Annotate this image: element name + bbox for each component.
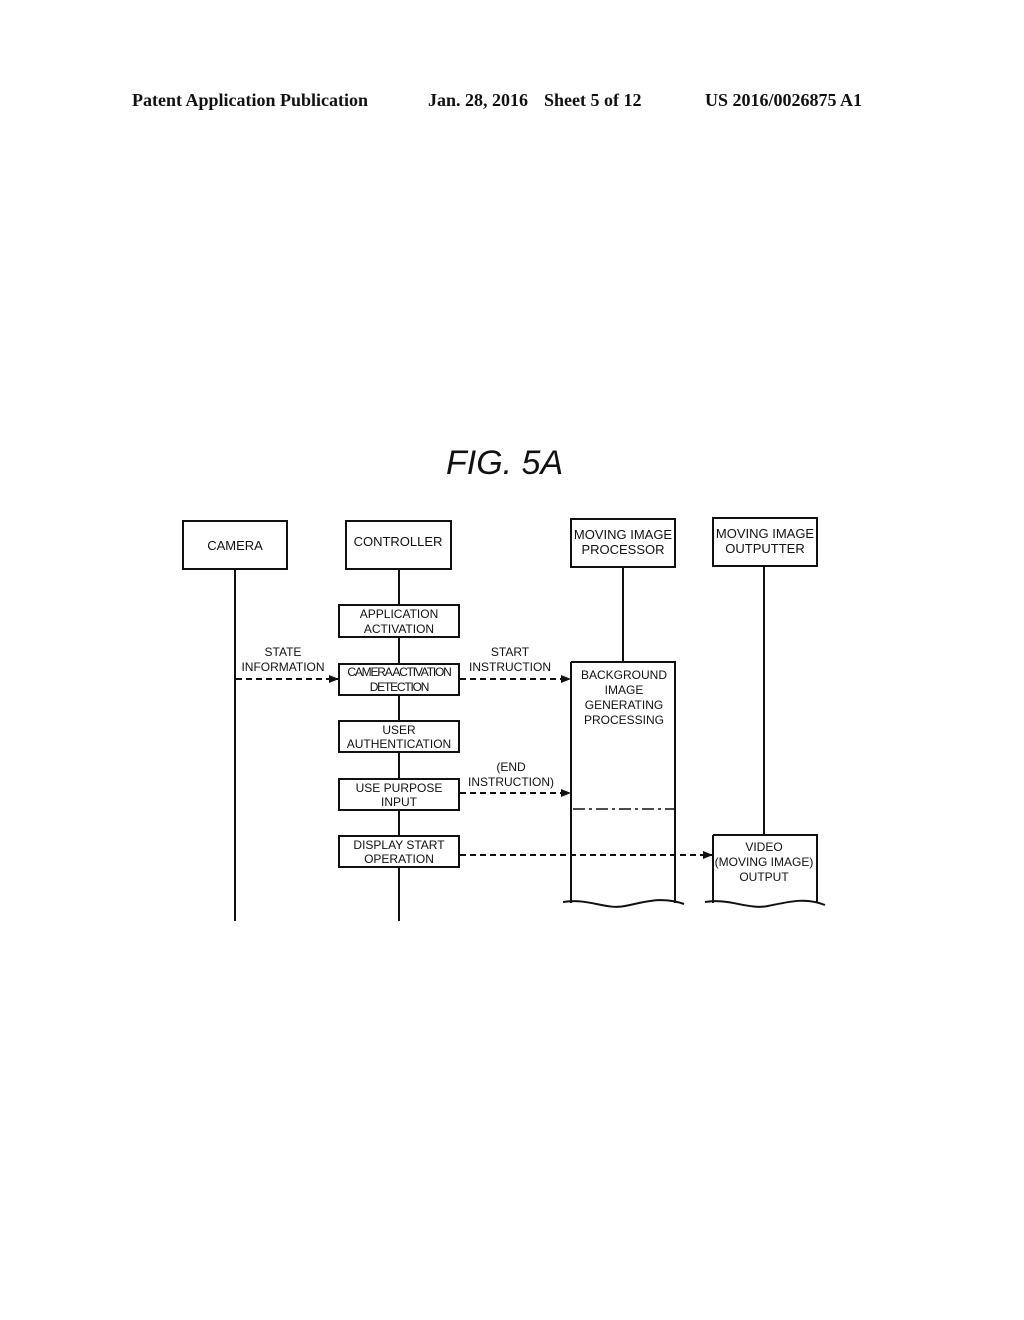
message-label-line1: (END xyxy=(496,760,526,774)
step-application-activation: APPLICATION ACTIVATION xyxy=(338,604,460,638)
lifeline-controller: CONTROLLER xyxy=(345,520,452,570)
message-start-instruction: START INSTRUCTION xyxy=(460,645,571,683)
step-display-start-operation: DISPLAY START OPERATION xyxy=(338,835,460,868)
lifeline-processor-label-line1: MOVING IMAGE xyxy=(574,527,673,542)
message-label-line2: INSTRUCTION) xyxy=(468,775,554,789)
lifeline-processor-label-line2: PROCESSOR xyxy=(581,542,664,557)
continuation-wave xyxy=(562,899,685,908)
step-camera-activation-detection: CAMERA ACTIVATION DETECTION xyxy=(338,663,460,696)
activity-background-image-generating-processing: BACKGROUND IMAGE GENERATING PROCESSING xyxy=(562,661,685,908)
step-label-line2: OPERATION xyxy=(364,852,434,866)
activity-video-output: VIDEO (MOVING IMAGE) OUTPUT xyxy=(704,834,826,908)
sequence-diagram: CAMERA CONTROLLER MOVING IMAGE PROCESSOR… xyxy=(182,517,826,921)
message-label-line2: INSTRUCTION xyxy=(469,660,551,674)
lifeline-outputter-label-line2: OUTPUTTER xyxy=(725,541,804,556)
message-label-line1: STATE xyxy=(265,645,302,659)
step-label-line2: DETECTION xyxy=(370,680,429,694)
message-state-information: STATE INFORMATION xyxy=(236,645,339,683)
step-user-authentication: USER AUTHENTICATION xyxy=(338,720,460,753)
step-label-line1: APPLICATION xyxy=(360,607,438,621)
activity-label-line2: IMAGE xyxy=(605,683,644,697)
activity-label-line3: GENERATING xyxy=(585,698,663,712)
message-end-instruction: (END INSTRUCTION) xyxy=(460,760,571,797)
step-label-line1: DISPLAY START xyxy=(353,838,445,852)
lifeline-controller-label: CONTROLLER xyxy=(354,534,443,549)
message-label-line1: START xyxy=(491,645,530,659)
lifeline-moving-image-processor: MOVING IMAGE PROCESSOR xyxy=(570,518,676,568)
lifeline-outputter-label-line1: MOVING IMAGE xyxy=(716,526,815,541)
step-label-line2: AUTHENTICATION xyxy=(347,737,451,751)
activity-label-line1: BACKGROUND xyxy=(581,668,667,682)
lifeline-camera-label: CAMERA xyxy=(207,538,263,553)
step-use-purpose-input: USE PURPOSE INPUT xyxy=(338,778,460,811)
step-label-line1: CAMERA ACTIVATION xyxy=(347,665,451,679)
lifeline-moving-image-outputter: MOVING IMAGE OUTPUTTER xyxy=(712,517,818,567)
step-label-line1: USE PURPOSE xyxy=(356,781,443,795)
step-label-line2: INPUT xyxy=(381,795,418,809)
step-label-line1: USER xyxy=(382,723,416,737)
step-label-line2: ACTIVATION xyxy=(364,622,434,636)
activity-label-line2: (MOVING IMAGE) xyxy=(715,855,814,869)
lifeline-camera: CAMERA xyxy=(182,520,288,570)
activity-label-line1: VIDEO xyxy=(745,840,782,854)
continuation-wave xyxy=(704,899,826,908)
message-label-line2: INFORMATION xyxy=(241,660,324,674)
activity-label-line4: PROCESSING xyxy=(584,713,664,727)
activity-label-line3: OUTPUT xyxy=(739,870,789,884)
